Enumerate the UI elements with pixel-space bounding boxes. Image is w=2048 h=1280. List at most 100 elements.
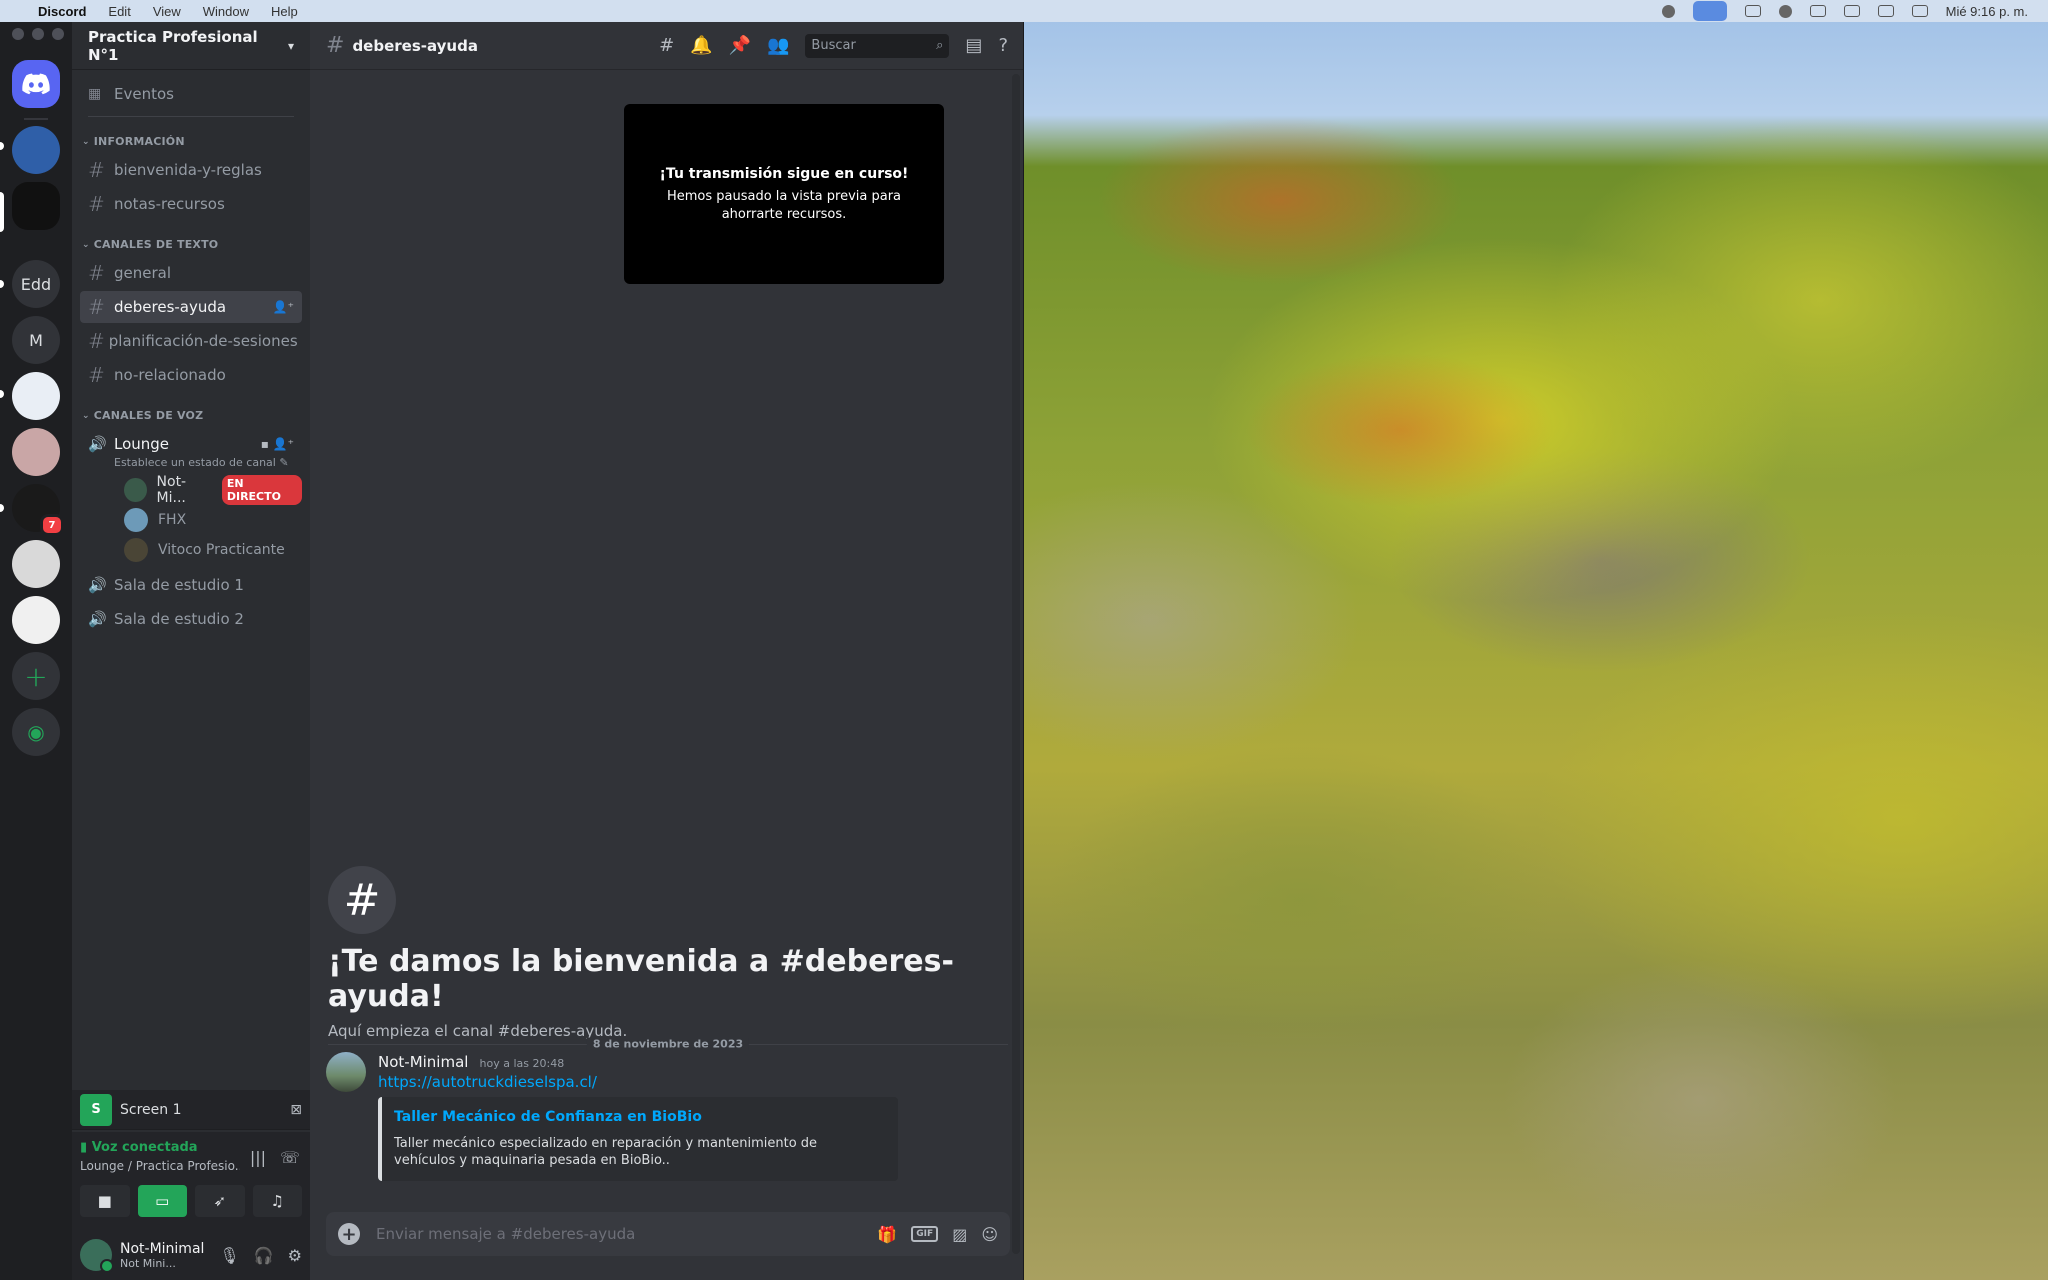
battery-icon[interactable]	[1843, 5, 1860, 17]
wifi-icon[interactable]	[1877, 5, 1894, 17]
server-icon-gaming[interactable]: 7	[12, 484, 64, 536]
discord-window: Edd M 7 + ◉ Practica Profesional N°1 ▾ ▦…	[0, 22, 1024, 1280]
embed-title[interactable]: Taller Mecánico de Confianza en BioBio	[394, 1109, 882, 1125]
pin-icon[interactable]: 📌	[729, 35, 751, 56]
guild-name: Practica Profesional N°1	[88, 27, 258, 64]
channel-status-prompt[interactable]: Establece un estado de canal ✎	[80, 456, 302, 469]
stop-stream-icon[interactable]: ⊠	[290, 1102, 302, 1118]
avatar[interactable]	[326, 1052, 366, 1092]
server-icon-m[interactable]: M	[12, 316, 60, 364]
message-timestamp: hoy a las 20:48	[479, 1057, 565, 1070]
server-icon-hamster[interactable]	[12, 428, 60, 476]
channel-no-relacionado[interactable]: # no-relacionado	[80, 359, 302, 391]
gear-icon[interactable]: ⚙	[288, 1246, 302, 1265]
window-grid-icon[interactable]	[1809, 5, 1826, 17]
user-status: Not Mini...	[120, 1256, 176, 1270]
disconnect-icon[interactable]: ☏	[280, 1148, 300, 1167]
voice-user[interactable]: Vitoco Practicante	[80, 535, 302, 565]
message-composer: + 🎁 GIF ▨ ☺	[326, 1212, 1010, 1256]
user-info[interactable]: Not-Minimal Not Mini...	[120, 1241, 204, 1270]
server-icon-drawing[interactable]	[12, 596, 60, 644]
soundboard-button[interactable]: ♫	[252, 1185, 302, 1217]
members-icon[interactable]: 👥	[767, 35, 789, 56]
channel-deberes-ayuda[interactable]: # deberes-ayuda 👤⁺	[80, 291, 302, 323]
guild-header[interactable]: Practica Profesional N°1 ▾	[72, 22, 310, 70]
channel-planificacion-de-sesiones[interactable]: # planificación-de-sesiones	[80, 325, 302, 357]
gift-icon[interactable]: 🎁	[877, 1225, 897, 1244]
message-author[interactable]: Not-Minimal	[378, 1053, 468, 1071]
server-icon-sketch[interactable]	[12, 540, 60, 588]
channel-notas-recursos[interactable]: # notas-recursos	[80, 188, 302, 220]
server-icon-practica[interactable]	[12, 182, 60, 230]
user-panel: Not-Minimal Not Mini... 🎙 🎧 ⚙	[72, 1230, 310, 1280]
emoji-icon[interactable]: ☺	[981, 1225, 998, 1244]
headphones-icon[interactable]: 🎧	[254, 1246, 274, 1265]
menu-app-name[interactable]: Discord	[38, 4, 86, 19]
voice-user[interactable]: Not-Mi... EN DIRECTO	[80, 474, 302, 506]
date-divider: 8 de noviembre de 2023	[328, 1037, 1008, 1051]
add-member-icon[interactable]: 👤⁺	[273, 300, 294, 314]
status-circle-icon[interactable]	[1661, 4, 1675, 18]
menu-help[interactable]: Help	[271, 4, 298, 19]
attach-plus-button[interactable]: +	[338, 1223, 360, 1245]
scrollbar[interactable]	[1012, 74, 1020, 1254]
control-center-icon[interactable]	[1911, 5, 1928, 17]
server-icon-boat[interactable]	[12, 372, 60, 420]
menu-clock[interactable]: Mié 9:16 p. m.	[1946, 4, 2028, 19]
explore-compass-icon[interactable]: ◉	[12, 708, 60, 756]
speaker-icon: 🔊	[88, 610, 107, 628]
menu-edit[interactable]: Edit	[108, 4, 130, 19]
category-info[interactable]: ⌄ INFORMACIÓN	[80, 135, 302, 148]
search-placeholder: Buscar	[811, 38, 856, 53]
hash-icon: #	[328, 866, 396, 934]
avatar[interactable]	[80, 1239, 114, 1273]
category-text[interactable]: ⌄ CANALES DE TEXTO	[80, 238, 302, 251]
server-icon-edd[interactable]: Edd	[12, 260, 60, 308]
server-rail: Edd M 7 + ◉	[0, 22, 72, 1280]
message[interactable]: Not-Minimal hoy a las 20:48 https://auto…	[326, 1052, 1016, 1181]
help-icon[interactable]: ?	[998, 35, 1008, 56]
close-window-button[interactable]	[12, 28, 24, 40]
channel-sidebar: Practica Profesional N°1 ▾ ▦ Eventos ⌄ I…	[72, 22, 310, 1280]
chat-and-invite-icon[interactable]: ▪ 👤⁺	[261, 437, 294, 451]
message-link[interactable]: https://autotruckdieselspa.cl/	[378, 1073, 1016, 1091]
channel-general[interactable]: # general	[80, 257, 302, 289]
search-input[interactable]: Buscar ⌕	[805, 33, 950, 58]
menu-view[interactable]: View	[153, 4, 181, 19]
activity-rocket-button[interactable]: ➶	[195, 1185, 245, 1217]
bell-icon[interactable]: 🔔	[690, 35, 712, 56]
discord-home-button[interactable]	[12, 60, 60, 108]
menu-window[interactable]: Window	[203, 4, 249, 19]
voice-location[interactable]: Lounge / Practica Profesio...	[80, 1159, 240, 1173]
category-voice[interactable]: ⌄ CANALES DE VOZ	[80, 409, 302, 422]
voice-channel-sala-1[interactable]: 🔊 Sala de estudio 1	[80, 569, 302, 601]
noise-suppression-icon[interactable]: |||	[250, 1148, 266, 1167]
status-icons: Mié 9:16 p. m.	[1661, 1, 2048, 21]
voice-user-name: FHX	[158, 512, 187, 528]
screen-share-status-icon[interactable]	[1692, 1, 1727, 21]
inbox-icon[interactable]: ▤	[965, 35, 982, 56]
message-input[interactable]	[376, 1225, 878, 1243]
date-divider-label: 8 de noviembre de 2023	[586, 1037, 750, 1051]
channel-status-label: Establece un estado de canal	[114, 456, 276, 469]
play-icon[interactable]	[1778, 4, 1792, 18]
microphone-icon[interactable]: 🎙	[219, 1246, 239, 1265]
stream-preview-card[interactable]: ¡Tu transmisión sigue en curso! Hemos pa…	[624, 104, 944, 284]
voice-user[interactable]: FHX	[80, 505, 302, 535]
zoom-window-button[interactable]	[52, 28, 64, 40]
events-item[interactable]: ▦ Eventos	[80, 78, 302, 110]
server-icon-school[interactable]	[12, 126, 60, 174]
gif-button[interactable]: GIF	[911, 1226, 939, 1242]
screen-share-button[interactable]: ▭	[137, 1185, 187, 1217]
sticker-icon[interactable]: ▨	[952, 1225, 967, 1244]
screen-share-panel[interactable]: S Screen 1 ⊠	[72, 1090, 310, 1130]
minimize-window-button[interactable]	[32, 28, 44, 40]
channel-bienvenida-y-reglas[interactable]: # bienvenida-y-reglas	[80, 154, 302, 186]
voice-channel-sala-2[interactable]: 🔊 Sala de estudio 2	[80, 603, 302, 635]
avatar	[124, 538, 148, 562]
drive-icon[interactable]	[1744, 5, 1761, 17]
camera-button[interactable]: ■	[80, 1185, 130, 1217]
avatar	[124, 508, 148, 532]
add-server-button[interactable]: +	[12, 652, 60, 700]
threads-icon[interactable]: #	[659, 35, 674, 56]
